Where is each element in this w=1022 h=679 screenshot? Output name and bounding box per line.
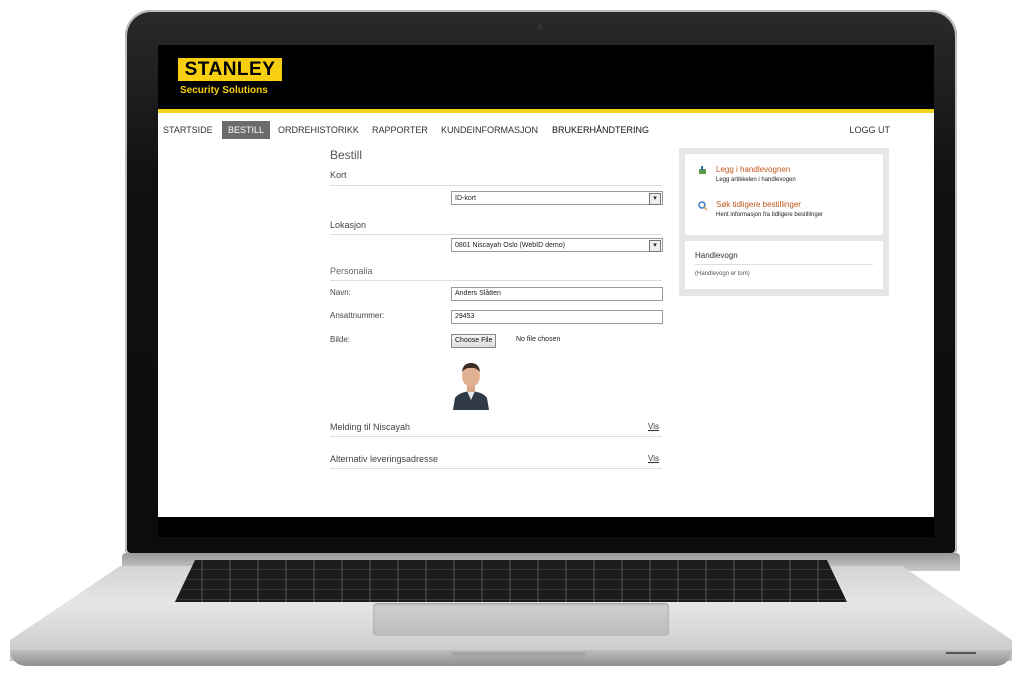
no-file-text: No file chosen bbox=[516, 336, 561, 343]
cart-add-icon bbox=[699, 166, 706, 174]
divider bbox=[330, 280, 662, 281]
magnifier-icon bbox=[698, 201, 708, 211]
divider bbox=[330, 185, 662, 186]
alt-address-vis-link[interactable]: Vis bbox=[648, 454, 659, 463]
lokasjon-select[interactable]: 0801 Niscayah Oslo (WebID demo) ▾ bbox=[451, 238, 663, 252]
nav-item-kundeinformasjon[interactable]: KUNDEINFORMASJON bbox=[441, 125, 538, 135]
divider bbox=[330, 436, 662, 437]
melding-vis-link[interactable]: Vis bbox=[648, 422, 659, 431]
select-arrow-icon[interactable]: ▾ bbox=[649, 193, 661, 205]
stanley-logo[interactable]: STANLEY bbox=[178, 58, 282, 81]
melding-label: Melding til Niscayah bbox=[330, 422, 411, 432]
personalia-label: Personalia bbox=[330, 266, 373, 276]
power-indicator bbox=[946, 652, 976, 654]
webcam bbox=[537, 24, 543, 30]
ansatt-label: Ansattnummer: bbox=[330, 311, 385, 320]
navn-input[interactable]: Anders Slåtten bbox=[451, 287, 663, 301]
cart-title: Handlevogn bbox=[695, 251, 738, 260]
app-screen: STANLEY Security Solutions STARTSIDE BES… bbox=[158, 45, 934, 537]
divider bbox=[330, 234, 662, 235]
keyboard-rows bbox=[175, 560, 847, 602]
search-orders-link[interactable]: Søk tidligere bestillinger bbox=[716, 200, 801, 209]
nav-item-rapporter[interactable]: RAPPORTER bbox=[372, 125, 428, 135]
nav-item-startside[interactable]: STARTSIDE bbox=[163, 125, 213, 135]
kort-select[interactable]: ID-kort ▾ bbox=[451, 191, 663, 205]
add-to-cart-desc: Legg artikkelen i handlevogen bbox=[716, 177, 796, 183]
bilde-label: Bilde: bbox=[330, 335, 351, 344]
select-arrow-icon[interactable]: ▾ bbox=[649, 240, 661, 252]
profile-photo bbox=[451, 354, 491, 410]
divider bbox=[330, 468, 662, 469]
kort-select-value: ID-kort bbox=[455, 195, 476, 202]
nav-item-bestill[interactable]: BESTILL bbox=[222, 121, 271, 139]
footer-bar bbox=[158, 517, 934, 537]
cart-box bbox=[685, 241, 883, 289]
kort-label: Kort bbox=[330, 170, 347, 180]
page-title: Bestill bbox=[330, 148, 363, 162]
cart-empty-text: (Handlevogn er tom) bbox=[695, 271, 750, 277]
add-to-cart-link[interactable]: Legg i handlevognen bbox=[716, 165, 790, 174]
search-orders-desc: Hent informasjon fra tidligere bestillin… bbox=[716, 212, 824, 218]
divider bbox=[695, 264, 873, 265]
logout-link[interactable]: LOGG UT bbox=[849, 125, 890, 135]
lokasjon-select-value: 0801 Niscayah Oslo (WebID demo) bbox=[455, 242, 565, 249]
navn-label: Navn: bbox=[330, 288, 351, 297]
trackpad bbox=[373, 603, 669, 636]
alt-address-label: Alternativ leveringsadresse bbox=[330, 454, 439, 464]
logo-subtitle: Security Solutions bbox=[180, 85, 268, 96]
choose-file-button[interactable]: Choose File bbox=[451, 334, 497, 348]
nav-item-ordrehistorikk[interactable]: ORDREHISTORIKK bbox=[278, 125, 359, 135]
lokasjon-label: Lokasjon bbox=[330, 220, 367, 230]
nav-item-brukerhandtering[interactable]: BRUKERHÅNDTERING bbox=[552, 125, 649, 135]
ansatt-input[interactable]: 29453 bbox=[451, 310, 663, 324]
main-nav: STARTSIDE BESTILL ORDREHISTORIKK RAPPORT… bbox=[158, 121, 934, 139]
lid-notch bbox=[452, 652, 586, 658]
header-divider bbox=[158, 109, 934, 113]
